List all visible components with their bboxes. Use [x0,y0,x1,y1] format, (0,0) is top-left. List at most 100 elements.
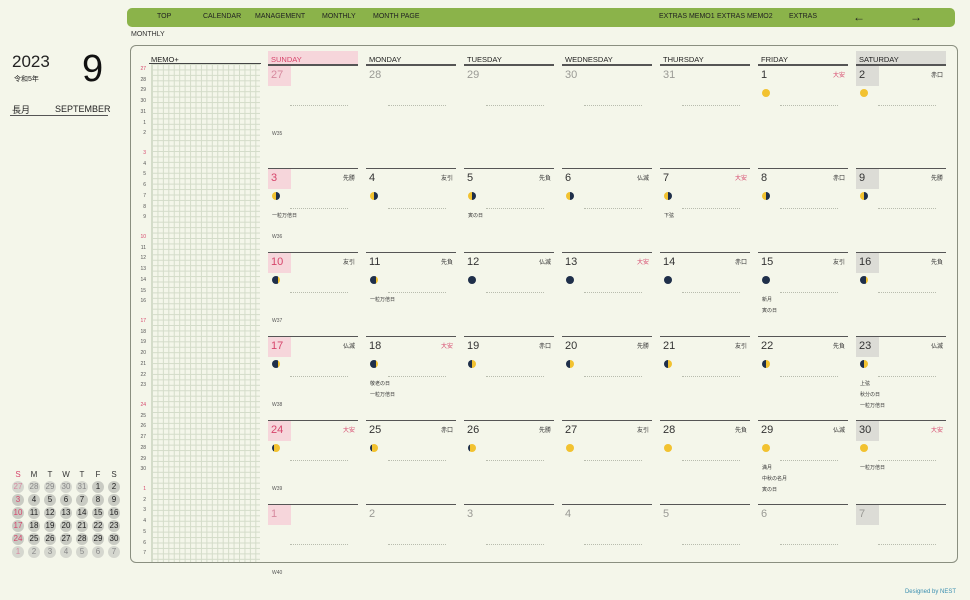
mini-calendar-day[interactable]: 1 [12,546,24,558]
mini-calendar-day[interactable]: 1 [92,481,104,493]
day-cell[interactable]: 22 先負 [758,336,848,412]
mini-calendar-day[interactable]: 2 [108,481,120,493]
mini-calendar-day[interactable]: 11 [28,507,40,519]
memo-grid[interactable] [151,64,260,562]
nav-extras-memo1[interactable]: EXTRAS MEMO1 [659,13,715,20]
mini-calendar-day[interactable]: 21 [76,520,88,532]
mini-calendar-day[interactable]: 5 [76,546,88,558]
rokuyo-label: 大安 [342,428,355,434]
nav-month-page[interactable]: MONTH PAGE [373,13,420,20]
day-cell[interactable]: 15 友引 新月 寅の日 [758,252,848,328]
mini-calendar-day[interactable]: 5 [44,494,56,506]
mini-calendar-day[interactable]: 6 [92,546,104,558]
day-cell[interactable]: 17 仏滅 W38 [268,336,358,412]
day-cell[interactable]: 31 [660,65,750,141]
mini-calendar-day[interactable]: 28 [76,533,88,545]
day-cell[interactable]: 7 [856,504,946,580]
day-cell[interactable]: 20 先勝 [562,336,652,412]
mini-calendar-day[interactable]: 29 [92,533,104,545]
nav-monthly[interactable]: MONTHLY [322,13,356,20]
day-cell[interactable]: 9 先勝 [856,168,946,244]
day-cell[interactable]: 1 W40 [268,504,358,580]
nav-extras-memo2[interactable]: EXTRAS MEMO2 [717,13,773,20]
mini-calendar-day[interactable]: 18 [28,520,40,532]
mini-calendar-day[interactable]: 15 [92,507,104,519]
day-cell[interactable]: 3 [464,504,554,580]
mini-calendar-day[interactable]: 6 [60,494,72,506]
mini-calendar-day[interactable]: 30 [60,481,72,493]
prev-arrow-icon[interactable]: ← [853,10,865,24]
mini-calendar-day[interactable]: 2 [28,546,40,558]
day-cell[interactable]: 30 [562,65,652,141]
day-cell[interactable]: 16 先負 [856,252,946,328]
mini-calendar-day[interactable]: 22 [92,520,104,532]
day-cell[interactable]: 23 仏滅 上弦 秋分の日 一粒万倍日 [856,336,946,412]
day-cell[interactable]: 10 友引 W37 [268,252,358,328]
day-cell[interactable]: 2 [366,504,456,580]
mini-calendar-day[interactable]: 27 [12,481,24,493]
day-cell[interactable]: 12 仏滅 [464,252,554,328]
day-cell[interactable]: 11 先負 一粒万倍日 [366,252,456,328]
day-cell[interactable]: 26 先勝 [464,420,554,496]
day-cell[interactable]: 27 友引 [562,420,652,496]
day-cell[interactable]: 5 [660,504,750,580]
day-cell[interactable]: 5 先負 寅の日 [464,168,554,244]
mini-calendar-day[interactable]: 7 [76,494,88,506]
day-cell[interactable]: 13 大安 [562,252,652,328]
moon-phase-icon [762,444,770,452]
mini-calendar-day[interactable]: 4 [60,546,72,558]
day-cell[interactable]: 1 大安 [758,65,848,141]
mini-calendar-day[interactable]: 25 [28,533,40,545]
day-cell[interactable]: 27 W35 [268,65,358,141]
day-cell[interactable]: 3 先勝 一粒万倍日 W36 [268,168,358,244]
memo-row-number: 2 [143,130,146,137]
rokuyo-label: 大安 [440,344,453,350]
day-cell[interactable]: 14 赤口 [660,252,750,328]
mini-calendar-day[interactable]: 3 [44,546,56,558]
mini-calendar-day[interactable]: 12 [44,507,56,519]
day-cell[interactable]: 4 友引 [366,168,456,244]
day-cell[interactable]: 28 [366,65,456,141]
mini-calendar-day[interactable]: 28 [28,481,40,493]
nav-extras[interactable]: EXTRAS [789,13,817,20]
mini-calendar-day[interactable]: 24 [12,533,24,545]
day-cell[interactable]: 6 [758,504,848,580]
mini-calendar-day[interactable]: 29 [44,481,56,493]
mini-calendar-day[interactable]: 3 [12,494,24,506]
day-cell[interactable]: 8 赤口 [758,168,848,244]
mini-calendar-day[interactable]: 26 [44,533,56,545]
nav-top[interactable]: TOP [157,13,171,20]
day-cell[interactable]: 7 大安 下弦 [660,168,750,244]
day-cell[interactable]: 21 友引 [660,336,750,412]
nav-management[interactable]: MANAGEMENT [255,13,305,20]
day-cell[interactable]: 24 大安 W39 [268,420,358,496]
mini-calendar-day[interactable]: 14 [76,507,88,519]
day-cell[interactable]: 19 赤口 [464,336,554,412]
day-cell[interactable]: 2 赤口 [856,65,946,141]
nav-calendar[interactable]: CALENDAR [203,13,241,20]
day-cell[interactable]: 18 大安 敬老の日 一粒万倍日 [366,336,456,412]
day-cell[interactable]: 4 [562,504,652,580]
day-cell[interactable]: 25 赤口 [366,420,456,496]
day-cell[interactable]: 28 先負 [660,420,750,496]
mini-calendar-day[interactable]: 23 [108,520,120,532]
day-cell[interactable]: 29 仏滅 満月 中秋の名月 寅の日 [758,420,848,496]
mini-calendar-day[interactable]: 20 [60,520,72,532]
mini-calendar-day[interactable]: 9 [108,494,120,506]
mini-calendar-day[interactable]: 10 [12,507,24,519]
day-cell[interactable]: 30 大安 一粒万倍日 [856,420,946,496]
mini-calendar-day[interactable]: 4 [28,494,40,506]
mini-calendar-day[interactable]: 19 [44,520,56,532]
mini-calendar-day[interactable]: 27 [60,533,72,545]
next-arrow-icon[interactable]: → [910,10,922,24]
day-cell[interactable]: 6 仏滅 [562,168,652,244]
day-cell[interactable]: 29 [464,65,554,141]
dotted-line [682,460,740,461]
mini-calendar-day[interactable]: 30 [108,533,120,545]
mini-calendar-day[interactable]: 13 [60,507,72,519]
mini-calendar-day[interactable]: 17 [12,520,24,532]
mini-calendar-day[interactable]: 31 [76,481,88,493]
mini-calendar-day[interactable]: 8 [92,494,104,506]
mini-calendar-day[interactable]: 16 [108,507,120,519]
mini-calendar-day[interactable]: 7 [108,546,120,558]
